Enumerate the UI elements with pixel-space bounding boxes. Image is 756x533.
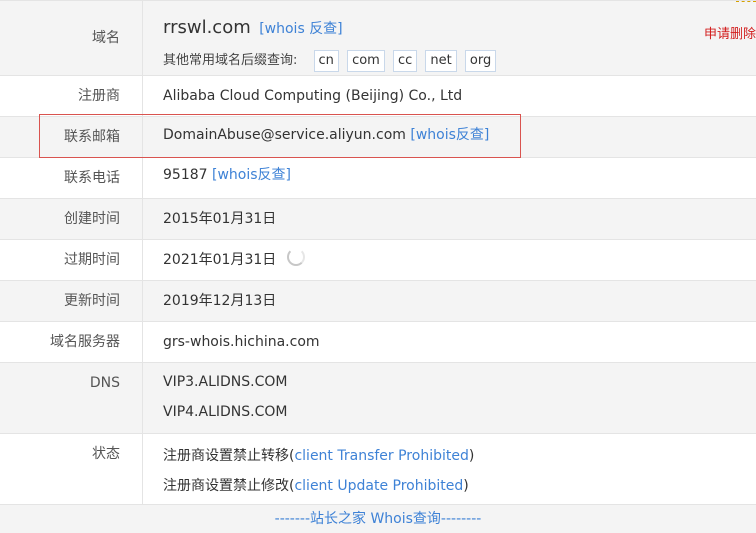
row-email: 联系邮箱 DomainAbuse@service.aliyun.com [who… [0, 117, 756, 158]
status-2-suffix: ) [463, 478, 469, 494]
row-domain: 域名 rrswl.com [whois 反查] 其他常用域名后缀查询: cn c… [0, 1, 756, 76]
footer-link[interactable]: -------站长之家 Whois查询-------- [0, 504, 756, 533]
row-nameserver: 域名服务器 grs-whois.hichina.com [0, 322, 756, 363]
email-value: DomainAbuse@service.aliyun.com [whois反查] [163, 117, 489, 153]
label-email: 联系邮箱 [0, 117, 143, 157]
status-2-code-link[interactable]: client Update Prohibited [294, 478, 463, 494]
label-updated: 更新时间 [0, 281, 143, 321]
whois-table: 域名 rrswl.com [whois 反查] 其他常用域名后缀查询: cn c… [0, 0, 756, 505]
label-dns: DNS [0, 363, 143, 433]
row-dns: DNS VIP3.ALIDNS.COM VIP4.ALIDNS.COM [0, 363, 756, 434]
nameserver-value: grs-whois.hichina.com [163, 334, 320, 350]
row-registrar: 注册商 Alibaba Cloud Computing (Beijing) Co… [0, 76, 756, 117]
label-domain: 域名 [0, 1, 143, 75]
label-phone: 联系电话 [0, 158, 143, 198]
email-text: DomainAbuse@service.aliyun.com [163, 127, 406, 143]
label-created: 创建时间 [0, 199, 143, 239]
phone-value: 95187 [whois反查] [163, 158, 291, 192]
updated-value: 2019年12月13日 [163, 293, 277, 309]
status-2-prefix: 注册商设置禁止修改( [163, 478, 295, 494]
delete-request-link[interactable]: 申请删除 [704, 23, 756, 42]
dns-value-1: VIP3.ALIDNS.COM [163, 374, 288, 390]
suffix-net[interactable]: net [425, 50, 457, 72]
suffix-row: 其他常用域名后缀查询: cn com cc net org [163, 49, 497, 72]
label-expires: 过期时间 [0, 240, 143, 280]
domain-whois-link[interactable]: [whois 反查] [259, 21, 342, 37]
corner-marker [736, 1, 756, 6]
row-expires: 过期时间 2021年01月31日 [0, 240, 756, 281]
refresh-icon[interactable] [286, 248, 305, 266]
status-1-prefix: 注册商设置禁止转移( [163, 448, 295, 464]
expires-value: 2021年01月31日 [163, 240, 305, 281]
suffix-com[interactable]: com [347, 50, 385, 72]
row-status: 状态 注册商设置禁止转移(client Transfer Prohibited)… [0, 434, 756, 505]
registrar-value: Alibaba Cloud Computing (Beijing) Co., L… [163, 88, 463, 104]
row-phone: 联系电话 95187 [whois反查] [0, 158, 756, 199]
domain-value: rrswl.com [whois 反查] [163, 17, 343, 38]
phone-text: 95187 [163, 167, 208, 183]
suffix-prompt: 其他常用域名后缀查询: [163, 53, 298, 68]
expires-text: 2021年01月31日 [163, 252, 277, 268]
row-created: 创建时间 2015年01月31日 [0, 199, 756, 240]
label-registrar: 注册商 [0, 76, 143, 116]
row-updated: 更新时间 2019年12月13日 [0, 281, 756, 322]
created-value: 2015年01月31日 [163, 211, 277, 227]
status-item-1: 注册商设置禁止转移(client Transfer Prohibited) [163, 445, 474, 465]
status-1-suffix: ) [468, 448, 475, 464]
domain-name: rrswl.com [163, 17, 251, 38]
phone-whois-link[interactable]: [whois反查] [212, 167, 291, 183]
email-whois-link[interactable]: [whois反查] [410, 127, 489, 143]
dns-value-2: VIP4.ALIDNS.COM [163, 404, 288, 420]
status-item-2: 注册商设置禁止修改(client Update Prohibited) [163, 475, 469, 495]
label-nameserver: 域名服务器 [0, 322, 143, 362]
suffix-cn[interactable]: cn [313, 50, 339, 72]
suffix-cc[interactable]: cc [392, 50, 418, 72]
label-status: 状态 [0, 434, 143, 504]
suffix-org[interactable]: org [464, 50, 497, 72]
status-1-code-link[interactable]: client Transfer Prohibited [294, 448, 468, 464]
